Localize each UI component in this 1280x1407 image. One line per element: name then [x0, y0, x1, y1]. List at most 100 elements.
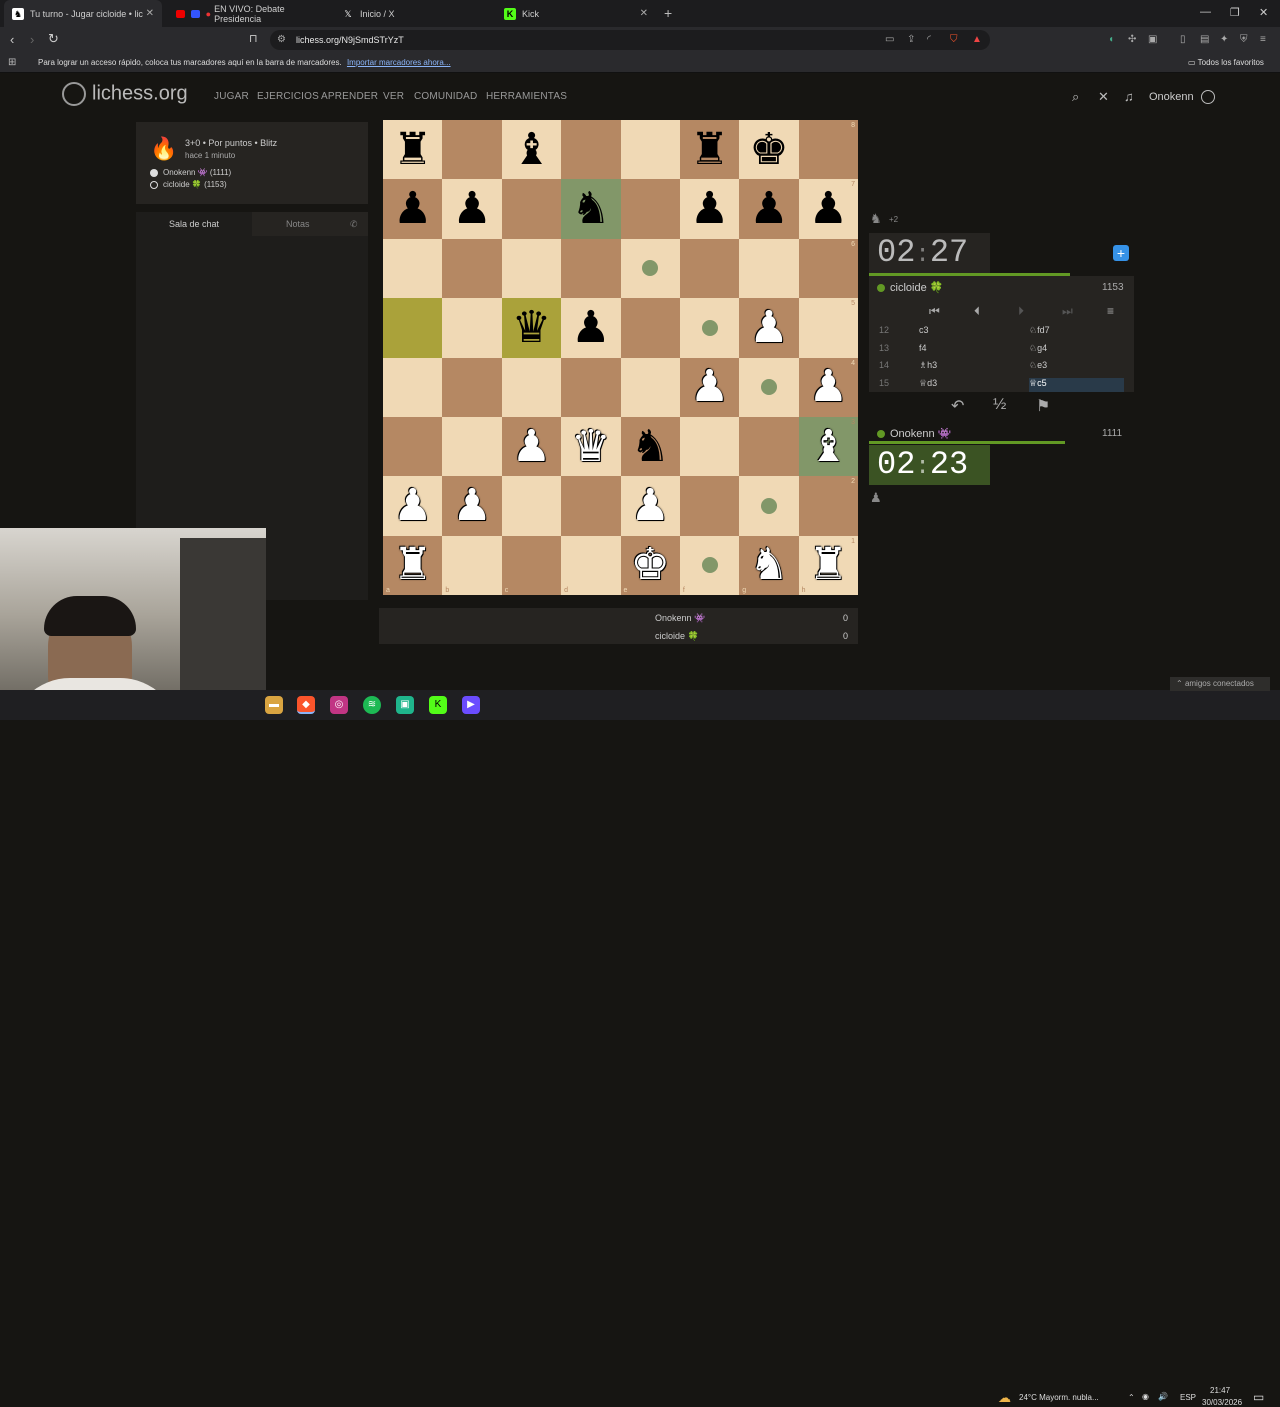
all-favorites-folder[interactable]: ▭ Todos los favoritos	[1188, 58, 1264, 67]
browser-tab-lichess[interactable]: ♞ Tu turno - Jugar cicloide • lic ✕	[4, 0, 162, 27]
file-explorer-icon[interactable]: ▬	[265, 696, 283, 714]
square-h6[interactable]: 6	[798, 238, 858, 299]
tray-chevron-icon[interactable]: ⌃	[1128, 1393, 1135, 1402]
forward-icon[interactable]: ›	[30, 32, 34, 47]
black-pawn-piece[interactable]: ♟	[690, 187, 729, 231]
square-b6[interactable]	[442, 238, 502, 299]
menu-comunidad[interactable]: COMUNIDAD	[414, 91, 477, 102]
tabs-icon[interactable]: ▣	[1148, 34, 1157, 45]
square-h5[interactable]: 5	[798, 298, 858, 358]
offer-draw-icon[interactable]: ½	[993, 396, 1006, 414]
black-pawn-piece[interactable]: ♟	[809, 187, 848, 231]
square-d1[interactable]: d	[561, 535, 621, 595]
square-f4[interactable]: ♟	[679, 357, 740, 417]
black-move[interactable]: ♘e3	[1029, 360, 1124, 374]
close-tab-icon[interactable]: ✕	[640, 8, 648, 19]
white-move[interactable]: f4	[919, 343, 927, 353]
square-e3[interactable]: ♞	[620, 416, 680, 477]
white-king-piece[interactable]: ♚	[630, 543, 669, 587]
square-d3[interactable]: ♛	[561, 416, 621, 477]
square-c1[interactable]: c	[501, 535, 562, 595]
square-d4[interactable]	[561, 357, 621, 417]
notifications-bell-icon[interactable]: ♫	[1124, 89, 1134, 104]
black-pawn-piece[interactable]: ♟	[571, 305, 610, 350]
player-name[interactable]: Onokenn 👾	[877, 427, 951, 440]
tab-chat[interactable]: Sala de chat	[169, 219, 219, 229]
move-hint-dot[interactable]	[642, 260, 659, 277]
black-rook-piece[interactable]: ♜	[690, 127, 729, 172]
square-f7[interactable]: ♟	[679, 179, 740, 239]
next-move-icon[interactable]: ⏵	[1018, 304, 1024, 319]
square-h7[interactable]: ♟ 7	[798, 179, 858, 239]
language-indicator[interactable]: ESP	[1180, 1393, 1196, 1402]
square-g3[interactable]	[739, 416, 799, 477]
browser-tab-x[interactable]: 𝕏 Inicio / X	[334, 0, 494, 27]
black-king-piece[interactable]: ♚	[749, 127, 788, 172]
share-icon[interactable]: ⇪	[907, 34, 915, 45]
square-c3[interactable]: ♟	[501, 416, 562, 477]
reload-icon[interactable]: ↻	[48, 31, 59, 47]
square-c6[interactable]	[501, 238, 562, 299]
kick-app-icon[interactable]: K	[429, 696, 447, 714]
chess-board[interactable]: ♜ ♝ ♜ ♚ 8 ♟ ♟ ♞ ♟ ♟ ♟ 7 6 ♛ ♟ ♟ 5 ♟ ♟ 4 ♟ ♛ ♞ ♝ 3 ♟ ♟ ♟ 2 ♜ a b c d ♚ e f ♞ g ♜…	[383, 120, 858, 595]
menu-herramientas[interactable]: HERRAMIENTAS	[486, 91, 567, 102]
square-f6[interactable]	[679, 238, 740, 299]
square-h1[interactable]: ♜ 1 h	[798, 535, 858, 595]
browser-tab-kick[interactable]: K Kick ✕	[496, 0, 656, 27]
square-b4[interactable]	[442, 357, 502, 417]
game-app-icon[interactable]: ▣	[396, 696, 414, 714]
square-d2[interactable]	[561, 476, 621, 536]
opponent-name[interactable]: cicloide 🍀	[877, 281, 943, 294]
phone-icon[interactable]: ✆	[350, 219, 358, 230]
square-b3[interactable]	[442, 416, 502, 477]
leo-icon[interactable]: ✦	[1220, 34, 1228, 45]
square-c8[interactable]: ♝	[501, 120, 562, 180]
tray-app-icon[interactable]: ◉	[1142, 1392, 1149, 1401]
white-pawn-piece[interactable]: ♟	[630, 483, 669, 528]
square-a5[interactable]	[383, 298, 443, 358]
clock-date[interactable]: 30/03/2026	[1202, 1398, 1242, 1407]
square-c4[interactable]	[501, 357, 562, 417]
white-bishop-piece[interactable]: ♝	[809, 424, 848, 469]
brave-browser-icon[interactable]: ◆	[297, 696, 315, 714]
back-icon[interactable]: ‹	[10, 32, 14, 47]
square-e4[interactable]	[620, 357, 680, 417]
black-knight-piece[interactable]: ♞	[571, 187, 610, 231]
apps-grid-icon[interactable]: ⊞	[8, 57, 16, 68]
import-bookmarks-link[interactable]: Importar marcadores ahora...	[347, 58, 451, 67]
volume-icon[interactable]: 🔊	[1158, 1392, 1168, 1401]
square-c2[interactable]	[501, 476, 562, 536]
puzzle-icon[interactable]: ✣	[1128, 34, 1136, 45]
url-text[interactable]: lichess.org/N9jSmdSTrYzT	[296, 35, 404, 45]
minimize-button[interactable]: —	[1200, 6, 1211, 18]
square-d6[interactable]	[561, 238, 621, 299]
square-a2[interactable]: ♟	[383, 476, 443, 536]
menu-ver[interactable]: VER	[383, 91, 404, 102]
cast-icon[interactable]: ▭	[885, 34, 894, 45]
white-player[interactable]: Onokenn 👾 (1111)	[150, 168, 231, 177]
white-queen-piece[interactable]: ♛	[571, 424, 610, 469]
square-c5[interactable]: ♛	[501, 298, 562, 358]
square-e7[interactable]	[620, 179, 680, 239]
move-hint-dot[interactable]	[701, 557, 718, 574]
square-f3[interactable]	[679, 416, 740, 477]
brave-shield-icon[interactable]: ⛉	[950, 34, 958, 45]
tab-notes[interactable]: Notas	[286, 219, 310, 229]
square-e2[interactable]: ♟	[620, 476, 680, 536]
move-hint-dot[interactable]	[760, 379, 777, 396]
square-e5[interactable]	[620, 298, 680, 358]
black-pawn-piece[interactable]: ♟	[452, 187, 491, 231]
square-h2[interactable]: 2	[798, 476, 858, 536]
black-knight-piece[interactable]: ♞	[630, 424, 669, 469]
brave-rewards-icon[interactable]: ▲	[972, 34, 982, 45]
square-f5[interactable]	[679, 298, 740, 358]
square-b2[interactable]: ♟	[442, 476, 502, 536]
resign-flag-icon[interactable]: ⚑	[1036, 396, 1050, 416]
black-player[interactable]: cicloide 🍀 (1153)	[150, 180, 227, 189]
white-move[interactable]: ♗h3	[919, 360, 937, 371]
square-a7[interactable]: ♟	[383, 179, 443, 239]
last-move-icon[interactable]: ⏭	[1062, 304, 1073, 319]
move-hint-dot[interactable]	[760, 497, 777, 514]
search-icon[interactable]: ⌕	[1072, 89, 1079, 105]
white-pawn-piece[interactable]: ♟	[452, 483, 491, 528]
